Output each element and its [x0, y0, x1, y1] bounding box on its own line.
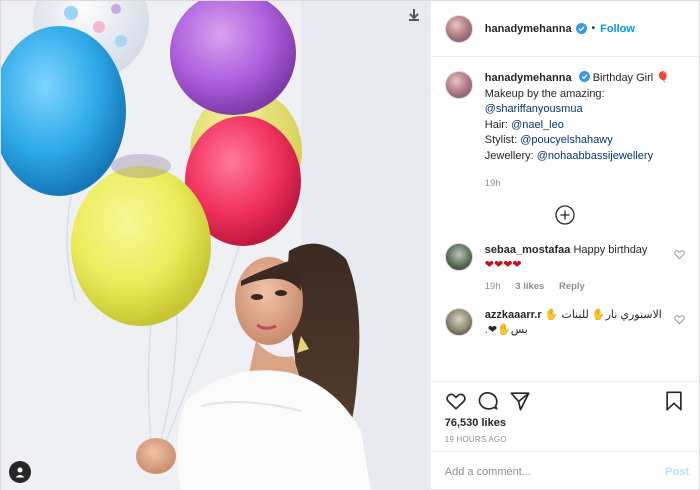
user-tag-icon[interactable] — [9, 461, 31, 483]
action-icons — [445, 390, 685, 412]
verified-badge-icon — [575, 23, 587, 34]
comment-username[interactable]: azzkaaarr.r — [485, 309, 542, 321]
save-icon[interactable] — [406, 7, 422, 23]
caption: hanadymehanna Birthday Girl 🎈 Makeup by … — [444, 71, 685, 189]
post-header: hanadymehanna • Follow — [430, 1, 699, 57]
comment-likes[interactable]: 3 likes — [515, 281, 544, 292]
comment-meta: 19h 3 likes Reply — [485, 281, 681, 292]
add-comment-bar: Post — [430, 451, 699, 490]
plus-circle-icon[interactable] — [555, 205, 575, 225]
caption-meta: 19h — [485, 178, 670, 189]
load-more-comments[interactable] — [445, 205, 685, 225]
comment-time[interactable]: 19h — [485, 281, 501, 292]
header-separator: • — [591, 23, 596, 34]
comment-icon[interactable] — [477, 390, 499, 412]
verified-badge-icon — [578, 71, 590, 82]
balloon-emoji: 🎈 — [656, 72, 670, 84]
comment-item: sebaa_mostafaa Happy birthday ❤❤❤❤ 19h 3… — [444, 243, 685, 292]
mention-hair[interactable]: @nael_leo — [511, 119, 564, 131]
comments-list: hanadymehanna Birthday Girl 🎈 Makeup by … — [431, 57, 699, 381]
caption-line2: Makeup by the amazing: — [484, 87, 605, 100]
hand — [136, 438, 176, 474]
paper-plane-icon[interactable] — [509, 390, 531, 412]
post-timestamp[interactable]: 19 HOURS AGO — [445, 435, 685, 444]
mention-jewellery[interactable]: @nohaabbassijewellery — [537, 150, 653, 162]
hair-label: Hair: — [484, 118, 508, 131]
hearts-emoji: ❤❤❤❤ — [484, 259, 522, 271]
caption-text: hanadymehanna Birthday Girl 🎈 Makeup by … — [485, 71, 670, 164]
post-photo[interactable] — [1, 1, 430, 490]
comment-item: azzkaaarr.r الاستوري نار✋ للبنات ✋ بس✋❤. — [444, 308, 685, 338]
comment-like-heart-icon[interactable] — [674, 249, 685, 260]
comment-input[interactable] — [444, 465, 666, 478]
comment-text: sebaa_mostafaa Happy birthday ❤❤❤❤ — [485, 243, 681, 273]
reply-button[interactable]: Reply — [559, 281, 585, 292]
comment-username[interactable]: sebaa_mostafaa — [485, 244, 571, 256]
follow-button[interactable]: Follow — [600, 23, 635, 35]
mention-stylist[interactable]: @poucyelshahawy — [520, 134, 613, 146]
comment-like-heart-icon[interactable] — [674, 314, 685, 325]
avatar[interactable] — [444, 14, 473, 43]
caption-lead: Birthday Girl — [592, 72, 654, 84]
likes-count[interactable]: 76,530 likes — [445, 417, 685, 429]
caption-time[interactable]: 19h — [485, 178, 501, 189]
comment-content: Happy birthday — [573, 244, 648, 256]
post-actions: 76,530 likes 19 HOURS AGO — [430, 381, 699, 451]
bookmark-icon[interactable] — [663, 390, 685, 412]
post-button[interactable]: Post — [665, 466, 689, 478]
comment-avatar[interactable] — [444, 243, 473, 271]
yellow-balloon — [71, 166, 211, 326]
jewellery-label: Jewellery: — [484, 149, 534, 162]
header-username[interactable]: hanadymehanna — [485, 23, 572, 35]
photo-scene — [1, 1, 430, 490]
post-side-panel: hanadymehanna • Follow hanadymehanna Bir… — [429, 1, 699, 490]
comment-text: azzkaaarr.r الاستوري نار✋ للبنات ✋ بس✋❤. — [485, 308, 681, 338]
stylist-label: Stylist: — [484, 134, 518, 146]
instagram-post: hanadymehanna • Follow hanadymehanna Bir… — [0, 0, 700, 490]
heart-icon[interactable] — [445, 390, 467, 412]
comment-avatar[interactable] — [444, 308, 473, 336]
caption-avatar[interactable] — [444, 71, 473, 99]
mention-makeup[interactable]: @shariffanyousmua — [485, 103, 583, 115]
caption-username[interactable]: hanadymehanna — [485, 72, 572, 84]
